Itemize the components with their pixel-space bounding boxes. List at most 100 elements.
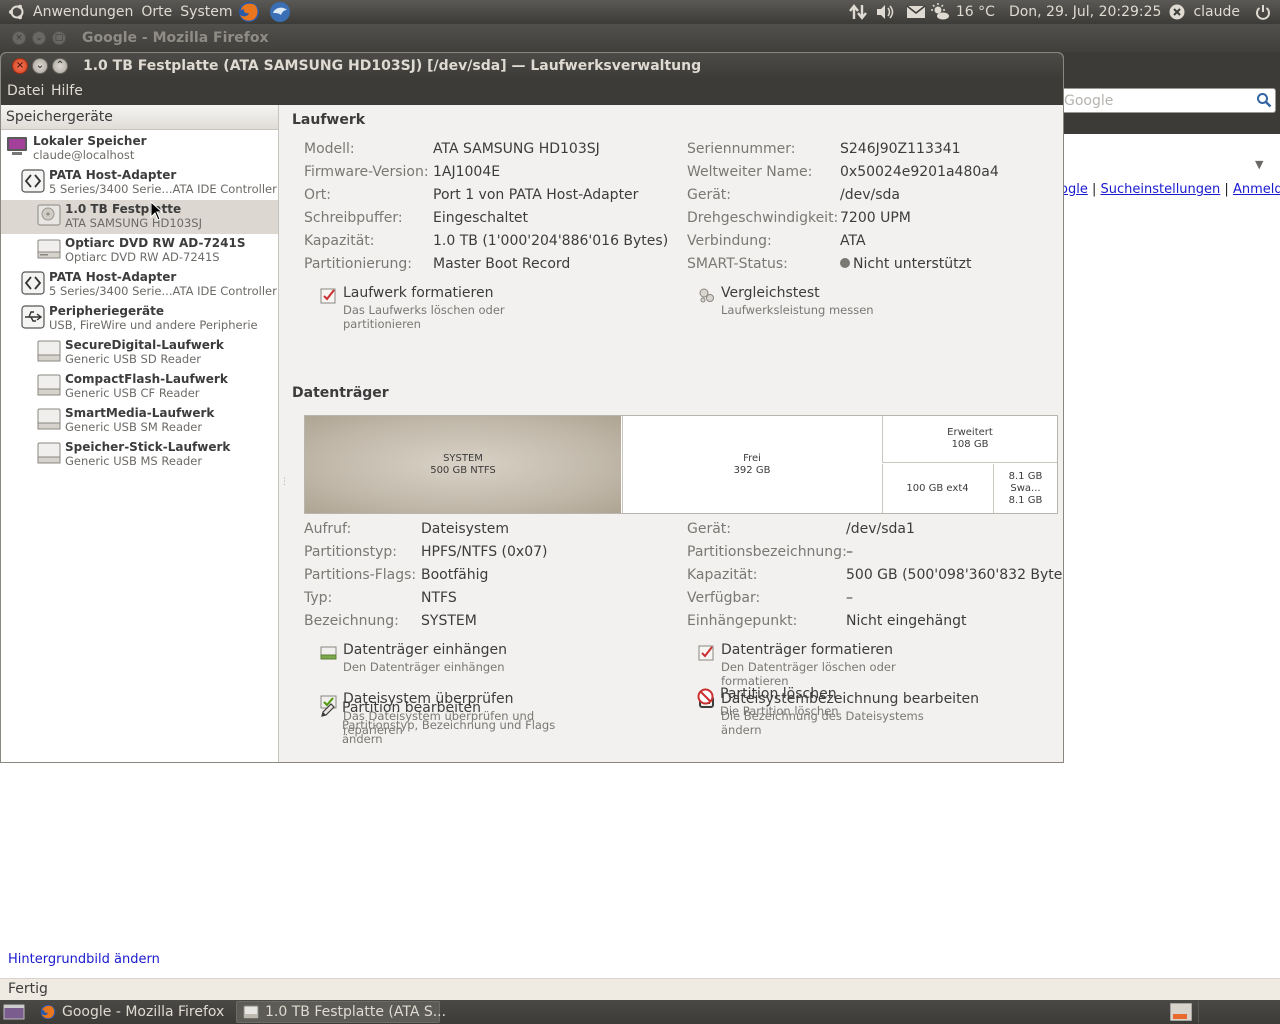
benchmark-button[interactable]: Vergleichstest Laufwerksleistung messen — [698, 285, 958, 321]
smart-status-value: Nicht unterstützt — [840, 256, 971, 272]
close-button[interactable]: × — [12, 58, 28, 74]
drive-label: Kapazität: — [304, 233, 375, 249]
action-title: Vergleichstest — [721, 285, 820, 301]
sidebar-item-subtitle: ATA SAMSUNG HD103SJ — [65, 216, 202, 230]
sidebar-item-title: PATA Host-Adapter — [49, 270, 177, 284]
firefox-titlebar: × ⌄ □ Google - Mozilla Firefox — [0, 24, 1280, 52]
minimize-button[interactable]: ⌄ — [32, 58, 48, 74]
sidebar-item-title: Speicher-Stick-Laufwerk — [65, 440, 231, 454]
link-separator: | — [1087, 182, 1101, 197]
sidebar-item-hard-disk[interactable]: 1.0 TB Festplatte ATA SAMSUNG HD103SJ — [1, 200, 278, 234]
menu-system[interactable]: System — [176, 4, 236, 20]
user-name[interactable]: claude — [1189, 4, 1244, 20]
link-login[interactable]: Anmelden — [1233, 182, 1280, 197]
task-firefox[interactable]: Google - Mozilla Firefox — [34, 1001, 232, 1023]
volume-label: Aufruf: — [304, 521, 352, 537]
firefox-search-field[interactable]: Google — [1060, 88, 1276, 113]
edit-partition-button[interactable] — [320, 754, 580, 762]
benchmark-icon — [698, 287, 715, 304]
disk-utility-window: × ⌄ ⌃ 1.0 TB Festplatte (ATA SAMSUNG HD1… — [0, 52, 1064, 763]
firefox-close-button[interactable]: × — [12, 31, 26, 45]
power-icon[interactable] — [1252, 1, 1274, 23]
thunderbird-icon[interactable] — [269, 1, 291, 23]
sidebar-item-subtitle: Generic USB CF Reader — [65, 386, 200, 400]
weather-icon[interactable] — [929, 1, 951, 23]
sidebar-item-sm-reader[interactable]: SmartMedia-Laufwerk Generic USB SM Reade… — [1, 404, 278, 438]
partition-segment-extended[interactable]: Erweitert 108 GB — [882, 416, 1057, 463]
delete-partition-action[interactable]: Partition löschen Die Partition löschen — [697, 686, 957, 722]
mount-volume-button[interactable]: Datenträger einhängen Den Datenträger ei… — [320, 642, 580, 678]
action-description: Das Laufwerks löschen oder partitioniere… — [343, 303, 505, 331]
partition-segment-free[interactable]: Frei 392 GB — [622, 416, 881, 513]
sidebar-item-sd-reader[interactable]: SecureDigital-Laufwerk Generic USB SD Re… — [1, 336, 278, 370]
sidebar-item-pata-adapter-2[interactable]: PATA Host-Adapter 5 Series/3400 Serie...… — [1, 268, 278, 302]
card-reader-icon — [37, 441, 61, 465]
ubuntu-logo-icon[interactable] — [6, 1, 28, 23]
partition-segment-swap[interactable]: 8.1 GB Swa... 8.1 GB — [993, 464, 1057, 513]
card-reader-icon — [37, 407, 61, 431]
sidebar-item-title: SmartMedia-Laufwerk — [65, 406, 215, 420]
clock[interactable]: Don, 29. Jul, 20:29:25 — [1005, 4, 1166, 20]
drive-value: /dev/sda — [840, 187, 900, 203]
sidebar-header: Speichergeräte — [1, 105, 278, 130]
search-icon[interactable] — [1256, 92, 1272, 108]
edit-partition-action[interactable]: Partition bearbeiten Partitionstyp, Beze… — [319, 700, 579, 748]
user-icon[interactable] — [1166, 1, 1188, 23]
sidebar-item-title: PATA Host-Adapter — [49, 168, 177, 182]
menu-applications[interactable]: Anwendungen — [29, 4, 137, 20]
segment-name: SYSTEM — [443, 452, 483, 464]
format-drive-button[interactable]: Laufwerk formatieren Das Laufwerks lösch… — [320, 285, 580, 331]
segment-name: 100 GB ext4 — [906, 482, 969, 494]
mail-icon[interactable] — [905, 1, 927, 23]
sidebar-item-cf-reader[interactable]: CompactFlash-Laufwerk Generic USB CF Rea… — [1, 370, 278, 404]
sidebar-item-pata-adapter-1[interactable]: PATA Host-Adapter 5 Series/3400 Serie...… — [1, 166, 278, 200]
window-title: 1.0 TB Festplatte (ATA SAMSUNG HD103SJ) … — [83, 58, 702, 74]
action-description: Den Datenträger löschen oder formatieren — [721, 660, 896, 688]
volume-value: Bootfähig — [421, 567, 489, 583]
sidebar-item-peripherals[interactable]: Peripheriegeräte USB, FireWire und ander… — [1, 302, 278, 336]
optical-drive-icon — [37, 237, 61, 261]
sidebar-item-optical-drive[interactable]: Optiarc DVD RW AD-7241S Optiarc DVD RW A… — [1, 234, 278, 268]
firefox-icon[interactable] — [238, 1, 260, 23]
task-label: 1.0 TB Festplatte (ATA S... — [265, 1004, 447, 1020]
delete-partition-button[interactable] — [698, 740, 958, 762]
sidebar-item-ms-reader[interactable]: Speicher-Stick-Laufwerk Generic USB MS R… — [1, 438, 278, 472]
drive-section-title: Laufwerk — [292, 112, 366, 128]
format-icon — [698, 644, 715, 661]
network-icon[interactable] — [847, 1, 869, 23]
sidebar-item-subtitle: Generic USB SM Reader — [65, 420, 203, 434]
link-search-settings[interactable]: Sucheinstellungen — [1100, 182, 1220, 197]
firefox-maximize-button[interactable]: □ — [52, 31, 66, 45]
weather-temperature[interactable]: 16 °C — [952, 4, 999, 20]
show-desktop-button[interactable] — [0, 1001, 30, 1023]
workspace-switcher[interactable] — [1168, 1001, 1194, 1023]
google-top-links: ogle | Sucheinstellungen | Anmelden — [1060, 182, 1280, 197]
change-background-link[interactable]: Hintergrundbild ändern — [8, 952, 160, 967]
format-volume-button[interactable]: Datenträger formatieren Den Datenträger … — [698, 642, 998, 688]
sidebar-item-title: Optiarc DVD RW AD-7241S — [65, 236, 246, 250]
drive-label: Weltweiter Name: — [687, 164, 813, 180]
link-google[interactable]: ogle — [1060, 182, 1088, 197]
volume-value: – — [846, 544, 853, 560]
menubar: Datei Hilfe — [1, 79, 1063, 105]
workspace-switcher-empty[interactable] — [1198, 1001, 1280, 1023]
volume-icon[interactable] — [874, 1, 896, 23]
action-description: Die Partition löschen — [720, 704, 839, 718]
sidebar-item-subtitle: 5 Series/3400 Serie...ATA IDE Controller — [49, 182, 277, 196]
volume-label: Gerät: — [687, 521, 732, 537]
status-dot-icon — [840, 258, 850, 268]
chevron-down-icon[interactable]: ▼ — [1255, 158, 1263, 171]
partition-segment-system[interactable]: SYSTEM 500 GB NTFS — [305, 416, 621, 513]
segment-name: Erweitert — [947, 427, 993, 438]
maximize-button[interactable]: ⌃ — [52, 58, 68, 74]
partition-segment-ext4[interactable]: 100 GB ext4 — [882, 464, 992, 513]
drive-label: Modell: — [304, 141, 355, 157]
firefox-minimize-button[interactable]: ⌄ — [32, 31, 46, 45]
menu-help[interactable]: Hilfe — [51, 83, 83, 99]
drive-label: Ort: — [304, 187, 331, 203]
sidebar-item-local-storage[interactable]: Lokaler Speicher claude@localhost — [1, 132, 278, 166]
controller-icon — [21, 271, 45, 295]
menu-places[interactable]: Orte — [137, 4, 176, 20]
menu-file[interactable]: Datei — [7, 83, 44, 99]
task-disk-utility[interactable]: 1.0 TB Festplatte (ATA S... — [236, 1001, 446, 1023]
